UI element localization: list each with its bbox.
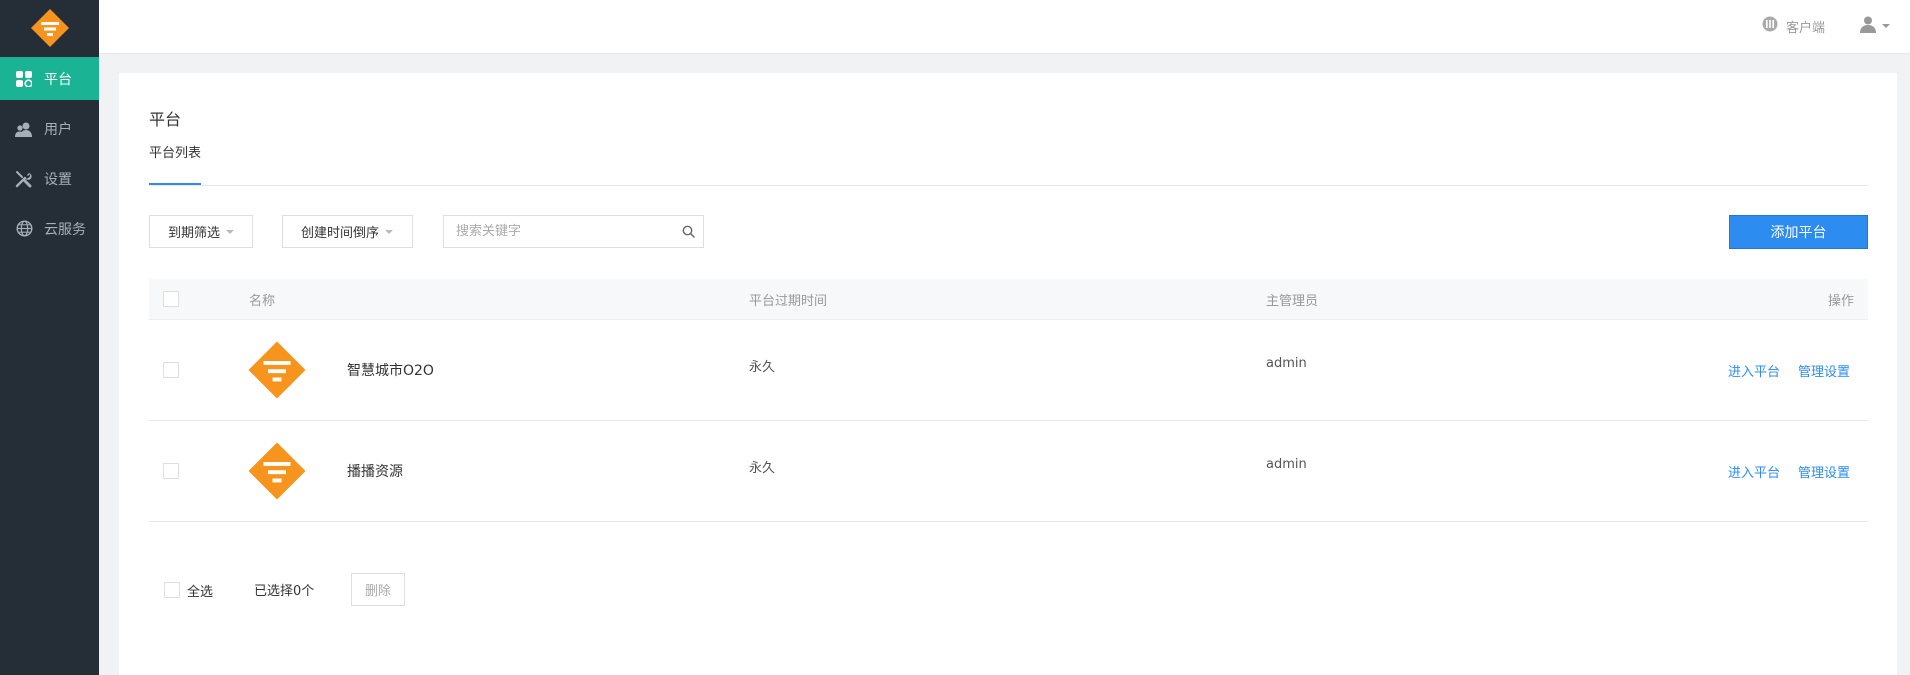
row-checkbox[interactable] [163, 463, 179, 479]
enter-platform-link[interactable]: 进入平台 [1728, 462, 1780, 481]
platform-table: 名称 平台过期时间 主管理员 操作 智慧城市O2O 永久 admin 进入平台 … [149, 279, 1868, 522]
column-header-admin: 主管理员 [1266, 294, 1319, 309]
platform-logo [247, 340, 307, 400]
sidebar-item-users[interactable]: 用户 [0, 107, 99, 150]
client-globe-icon [1762, 16, 1778, 36]
globe-icon [14, 219, 34, 239]
client-label: 客户端 [1785, 20, 1825, 36]
platform-name: 播播资源 [347, 464, 403, 480]
expire-time: 永久 [749, 461, 776, 476]
platform-logo-icon [248, 341, 306, 399]
sidebar-item-platform[interactable]: 平台 [0, 57, 99, 100]
brand-logo[interactable] [0, 0, 99, 56]
brand-logo-icon [30, 9, 69, 47]
tab-bar: 平台列表 [149, 143, 1868, 186]
column-header-actions: 操作 [1827, 294, 1854, 309]
main-panel: 平台 平台列表 到期筛选 创建时间倒序 添加平台 名称 平台过期时间 主管理员 … [119, 73, 1897, 675]
sidebar-item-label: 用户 [44, 121, 72, 138]
admin-name: admin [1266, 356, 1307, 371]
select-all-label[interactable]: 全选 [187, 581, 213, 600]
column-header-name: 名称 [249, 294, 276, 309]
top-bar: 客户端 [99, 0, 1910, 54]
delete-button[interactable]: 删除 [351, 573, 405, 606]
table-row: 播播资源 永久 admin 进入平台 管理设置 [149, 421, 1868, 522]
sidebar-item-label: 云服务 [44, 221, 86, 238]
sort-order-label: 创建时间倒序 [301, 226, 380, 241]
selected-count: 已选择0个 [254, 584, 315, 599]
tab-platform-list[interactable]: 平台列表 [149, 143, 202, 185]
admin-name: admin [1266, 457, 1307, 472]
row-checkbox[interactable] [163, 362, 179, 378]
sidebar: 平台 用户 设置 云服务 [0, 0, 99, 675]
client-link[interactable]: 客户端 [1762, 16, 1825, 36]
select-all-checkbox[interactable] [164, 582, 180, 598]
platform-icon [14, 69, 34, 89]
chevron-down-icon [385, 229, 394, 234]
platform-name: 智慧城市O2O [347, 363, 434, 379]
table-header: 名称 平台过期时间 主管理员 操作 [149, 279, 1868, 320]
sort-order-dropdown[interactable]: 创建时间倒序 [282, 215, 413, 248]
user-icon [1859, 15, 1877, 37]
expire-filter-label: 到期筛选 [168, 226, 221, 241]
sidebar-item-label: 平台 [44, 71, 72, 88]
chevron-down-icon [226, 229, 234, 234]
header-select-checkbox[interactable] [163, 291, 179, 307]
user-menu[interactable] [1859, 15, 1890, 37]
search-icon[interactable] [673, 225, 703, 238]
search-input[interactable] [444, 216, 673, 247]
column-header-expire: 平台过期时间 [749, 294, 828, 309]
chevron-down-icon [1882, 24, 1890, 28]
expire-filter-dropdown[interactable]: 到期筛选 [149, 215, 253, 248]
tools-icon [14, 169, 34, 189]
users-icon [14, 119, 34, 139]
sidebar-item-settings[interactable]: 设置 [0, 157, 99, 200]
search-box [443, 215, 704, 248]
table-row: 智慧城市O2O 永久 admin 进入平台 管理设置 [149, 320, 1868, 421]
manage-settings-link[interactable]: 管理设置 [1798, 462, 1850, 481]
enter-platform-link[interactable]: 进入平台 [1728, 361, 1780, 380]
sidebar-item-label: 设置 [44, 171, 72, 188]
platform-logo-icon [248, 442, 306, 500]
sidebar-item-cloud-service[interactable]: 云服务 [0, 207, 99, 250]
add-platform-button[interactable]: 添加平台 [1729, 215, 1868, 249]
expire-time: 永久 [749, 360, 776, 375]
manage-settings-link[interactable]: 管理设置 [1798, 361, 1850, 380]
page-title: 平台 [149, 110, 182, 129]
platform-logo [247, 441, 307, 501]
